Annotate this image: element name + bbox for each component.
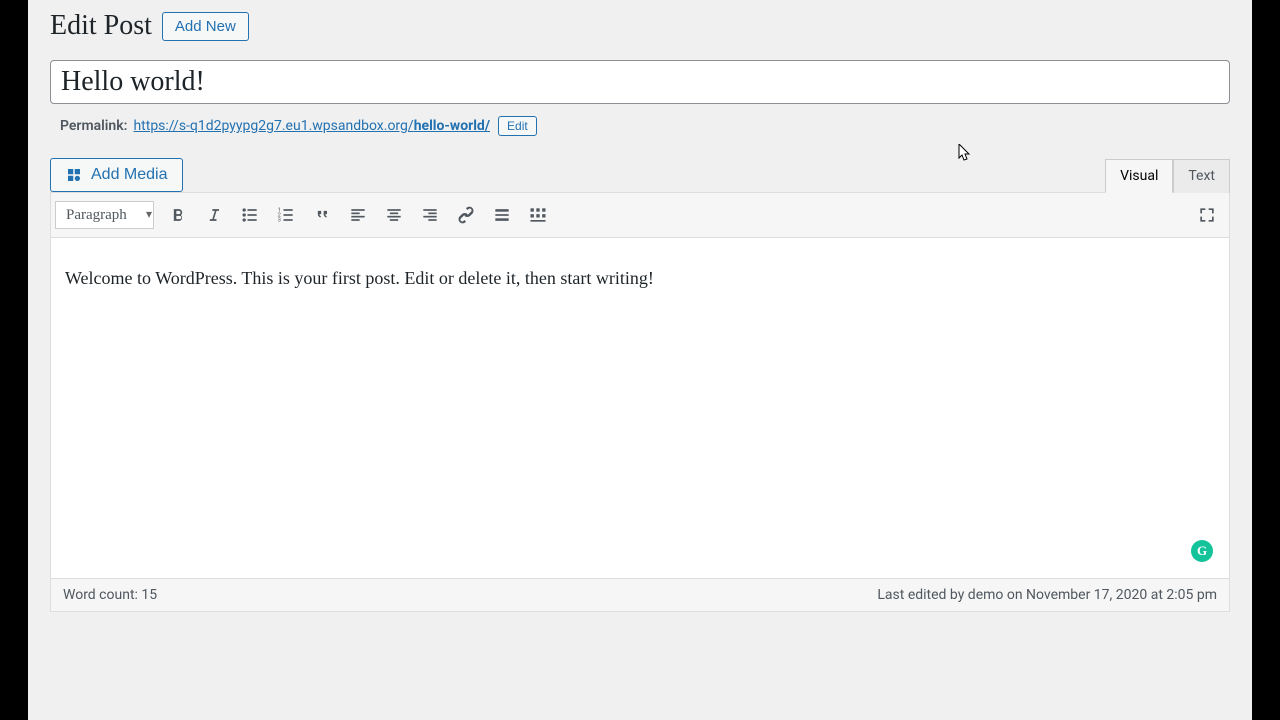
permalink-label: Permalink:: [60, 118, 127, 134]
format-select[interactable]: Paragraph: [55, 201, 154, 229]
fullscreen-button[interactable]: [1189, 197, 1225, 233]
svg-text:3: 3: [278, 218, 281, 224]
post-title-input[interactable]: [50, 60, 1230, 104]
word-count: Word count: 15: [63, 587, 157, 603]
last-edited: Last edited by demo on November 17, 2020…: [877, 587, 1217, 603]
editor-wrap: Paragraph 123 Welcome to WordPress. This…: [50, 192, 1230, 612]
permalink-row: Permalink: https://s-q1d2pyypg2g7.eu1.wp…: [28, 104, 1252, 136]
permalink-slug: hello-world/: [414, 118, 490, 134]
tab-text[interactable]: Text: [1173, 159, 1230, 193]
permalink-url[interactable]: https://s-q1d2pyypg2g7.eu1.wpsandbox.org…: [133, 118, 490, 134]
editor-tabs: Visual Text: [1105, 158, 1230, 192]
link-button[interactable]: [448, 197, 484, 233]
media-row: Add Media Visual Text: [28, 136, 1252, 192]
grammarly-icon[interactable]: G: [1191, 540, 1213, 562]
add-new-button[interactable]: Add New: [162, 12, 249, 41]
edit-permalink-button[interactable]: Edit: [498, 116, 537, 136]
toolbar-toggle-button[interactable]: [520, 197, 556, 233]
tab-visual[interactable]: Visual: [1105, 159, 1173, 193]
read-more-button[interactable]: [484, 197, 520, 233]
editor-page: Edit Post Add New Permalink: https://s-q…: [28, 0, 1252, 720]
permalink-base: https://s-q1d2pyypg2g7.eu1.wpsandbox.org…: [133, 118, 413, 134]
format-select-wrap: Paragraph: [55, 201, 160, 229]
page-title: Edit Post: [50, 10, 152, 42]
add-media-label: Add Media: [91, 166, 168, 184]
align-right-button[interactable]: [412, 197, 448, 233]
post-content-text: Welcome to WordPress. This is your first…: [65, 268, 1215, 289]
page-header: Edit Post Add New: [28, 0, 1252, 42]
add-media-button[interactable]: Add Media: [50, 158, 183, 192]
editor-toolbar: Paragraph 123: [51, 193, 1229, 238]
align-center-button[interactable]: [376, 197, 412, 233]
title-row: [28, 42, 1252, 104]
blockquote-button[interactable]: [304, 197, 340, 233]
italic-button[interactable]: [196, 197, 232, 233]
editor-content[interactable]: Welcome to WordPress. This is your first…: [51, 238, 1229, 578]
numbered-list-button[interactable]: 123: [268, 197, 304, 233]
bold-button[interactable]: [160, 197, 196, 233]
media-icon: [65, 166, 83, 184]
bullet-list-button[interactable]: [232, 197, 268, 233]
editor-status-bar: Word count: 15 Last edited by demo on No…: [51, 578, 1229, 611]
align-left-button[interactable]: [340, 197, 376, 233]
